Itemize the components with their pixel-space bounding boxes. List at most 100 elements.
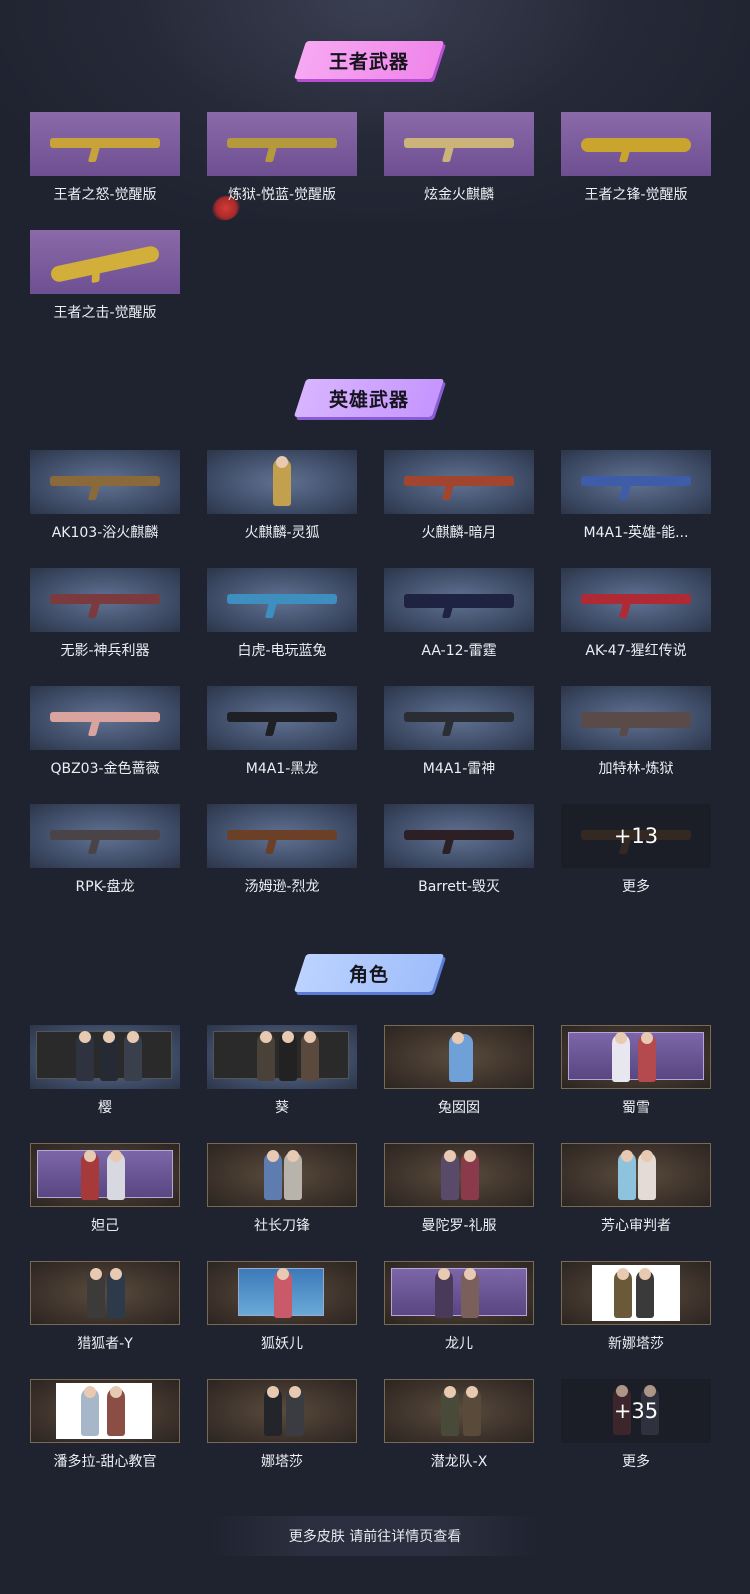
weapon-thumbnail <box>384 112 534 176</box>
weapon-name: 加特林-炼狱 <box>598 761 674 777</box>
weapon-card[interactable]: 无影-神兵利器 <box>30 568 180 664</box>
weapon-thumbnail <box>30 230 180 294</box>
role-card[interactable]: 潘多拉-甜心教官 <box>30 1379 180 1475</box>
more-weapons-card[interactable]: +13 更多 <box>561 804 711 900</box>
weapon-card[interactable]: AK-47-猩红传说 <box>561 568 711 664</box>
weapon-card[interactable]: AA-12-雷霆 <box>384 568 534 664</box>
character-figure-icon <box>257 1031 275 1081</box>
weapon-thumbnail <box>30 112 180 176</box>
weapon-thumbnail <box>207 568 357 632</box>
role-card[interactable]: 猎狐者-Y <box>30 1261 180 1357</box>
character-figure-icon <box>274 1268 292 1318</box>
weapon-card[interactable]: 王者之怒-觉醒版 <box>30 112 180 208</box>
role-name: 社长刀锋 <box>254 1218 310 1234</box>
role-thumbnail <box>207 1143 357 1207</box>
weapon-card[interactable]: 汤姆逊-烈龙 <box>207 804 357 900</box>
section-title-text: 王者武器 <box>328 50 409 73</box>
role-thumbnail <box>207 1025 357 1089</box>
weapon-name: AA-12-雷霆 <box>421 643 497 659</box>
weapon-card[interactable]: RPK-盘龙 <box>30 804 180 900</box>
role-thumbnail <box>30 1025 180 1089</box>
character-figure-icon <box>264 1150 282 1200</box>
role-name: 狐妖儿 <box>261 1336 303 1352</box>
weapon-card[interactable]: Barrett-毁灭 <box>384 804 534 900</box>
more-label: 更多 <box>622 879 650 895</box>
axe-icon <box>49 244 161 284</box>
weapon-card[interactable]: 火麒麟-暗月 <box>384 450 534 546</box>
weapon-name: AK103-浴火麒麟 <box>51 525 159 541</box>
weapon-card[interactable]: 火麒麟-灵狐 <box>207 450 357 546</box>
character-figure-icon <box>87 1268 105 1318</box>
character-figure-icon <box>614 1268 632 1318</box>
role-card[interactable]: 娜塔莎 <box>207 1379 357 1475</box>
rifle-icon <box>227 594 337 604</box>
weapon-name: 汤姆逊-烈龙 <box>244 879 320 895</box>
role-preview <box>568 1032 704 1080</box>
role-card[interactable]: 潜龙队-X <box>384 1379 534 1475</box>
role-thumbnail <box>384 1025 534 1089</box>
weapon-card[interactable]: M4A1-黑龙 <box>207 686 357 782</box>
weapon-card[interactable]: 王者之击-觉醒版 <box>30 230 180 326</box>
weapon-name: M4A1-英雄-能... <box>583 525 689 541</box>
more-skins-footer-link[interactable]: 更多皮肤 请前往详情页查看 <box>210 1516 540 1556</box>
more-roles-card[interactable]: +35 更多 <box>561 1379 711 1475</box>
character-figure-icon <box>279 1031 297 1081</box>
role-card[interactable]: 新娜塔莎 <box>561 1261 711 1357</box>
role-card[interactable]: 狐妖儿 <box>207 1261 357 1357</box>
weapon-name: QBZ03-金色蔷薇 <box>50 761 160 777</box>
role-thumbnail <box>561 1143 711 1207</box>
role-card[interactable]: 兔囡囡 <box>384 1025 534 1121</box>
more-label: 更多 <box>622 1454 650 1470</box>
weapon-thumbnail <box>561 112 711 176</box>
character-figure-icon <box>124 1031 142 1081</box>
role-card[interactable]: 芳心审判者 <box>561 1143 711 1239</box>
character-figure-icon <box>441 1150 459 1200</box>
weapon-card[interactable]: AK103-浴火麒麟 <box>30 450 180 546</box>
section-title-text: 英雄武器 <box>328 388 409 411</box>
weapon-card[interactable]: M4A1-英雄-能... <box>561 450 711 546</box>
weapon-name: 白虎-电玩蓝兔 <box>237 643 327 659</box>
role-card[interactable]: 妲己 <box>30 1143 180 1239</box>
rifle-icon <box>50 830 160 840</box>
character-figure-icon <box>636 1268 654 1318</box>
weapon-card[interactable]: 炫金火麒麟 <box>384 112 534 208</box>
weapon-thumbnail <box>384 804 534 868</box>
more-count: +35 <box>613 1399 659 1423</box>
role-card[interactable]: 社长刀锋 <box>207 1143 357 1239</box>
role-card[interactable]: 曼陀罗-礼服 <box>384 1143 534 1239</box>
rifle-icon <box>50 476 160 486</box>
role-card[interactable]: 龙儿 <box>384 1261 534 1357</box>
character-figure-icon <box>107 1268 125 1318</box>
role-name: 娜塔莎 <box>261 1454 303 1470</box>
weapon-card[interactable]: 白虎-电玩蓝兔 <box>207 568 357 664</box>
role-card[interactable]: 葵 <box>207 1025 357 1121</box>
rifle-icon <box>581 594 691 604</box>
character-figure-icon <box>449 1032 473 1082</box>
character-figure-icon <box>301 1031 319 1081</box>
gatling-icon <box>581 712 691 728</box>
submachine-gun-icon <box>227 830 337 840</box>
weapon-name: M4A1-雷神 <box>422 761 496 777</box>
section-title-roles: 角色 <box>293 954 445 992</box>
rifle-icon <box>50 712 160 722</box>
role-card[interactable]: 樱 <box>30 1025 180 1121</box>
character-figure-icon <box>461 1268 479 1318</box>
role-name: 新娜塔莎 <box>608 1336 664 1352</box>
role-card[interactable]: 蜀雪 <box>561 1025 711 1121</box>
weapon-card[interactable]: 王者之锋-觉醒版 <box>561 112 711 208</box>
role-name: 龙儿 <box>445 1336 473 1352</box>
weapon-name: Barrett-毁灭 <box>418 879 500 895</box>
role-name: 潘多拉-甜心教官 <box>53 1454 157 1470</box>
rifle-icon <box>227 712 337 722</box>
character-figure-icon <box>284 1150 302 1200</box>
section-title-text: 角色 <box>348 963 389 986</box>
role-preview <box>391 1268 527 1316</box>
weapon-card[interactable]: 加特林-炼狱 <box>561 686 711 782</box>
weapon-card[interactable]: M4A1-雷神 <box>384 686 534 782</box>
weapon-card[interactable]: QBZ03-金色蔷薇 <box>30 686 180 782</box>
rifle-icon <box>404 138 514 148</box>
weapon-card[interactable]: 炼狱-悦蓝-觉醒版 <box>207 112 357 208</box>
weapon-name: 炼狱-悦蓝-觉醒版 <box>227 187 337 203</box>
weapon-name: 火麒麟-暗月 <box>421 525 497 541</box>
weapon-name: 无影-神兵利器 <box>60 643 150 659</box>
